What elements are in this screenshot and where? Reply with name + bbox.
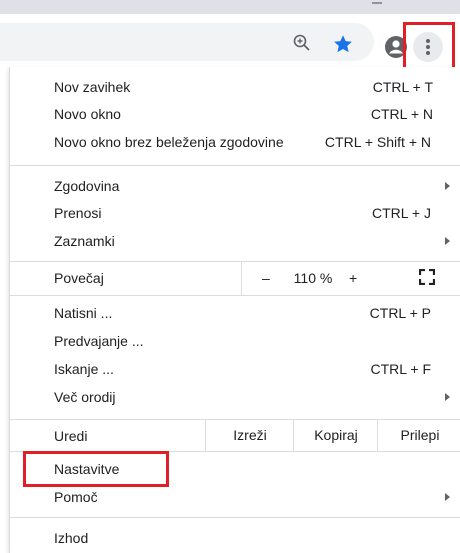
menu-item-print[interactable]: Natisni ... CTRL + P xyxy=(10,300,460,326)
window-titlebar xyxy=(0,0,460,14)
menu-item-cast[interactable]: Predvajanje ... xyxy=(10,328,460,354)
menu-item-new-tab[interactable]: Nov zavihek CTRL + T xyxy=(10,74,460,100)
exit-label: Izhod xyxy=(54,530,89,546)
zoom-in-button[interactable]: + xyxy=(349,265,357,291)
find-label: Iskanje ... xyxy=(54,361,114,377)
downloads-shortcut: CTRL + J xyxy=(372,205,431,221)
menu-item-help[interactable]: Pomoč xyxy=(10,484,460,510)
menu-item-more-tools[interactable]: Več orodij xyxy=(10,384,460,410)
menu-item-new-window[interactable]: Novo okno CTRL + N xyxy=(10,101,460,127)
menu-item-exit[interactable]: Izhod xyxy=(10,525,460,551)
zoom-label: Povečaj xyxy=(54,270,104,286)
paste-button[interactable]: Prilepi xyxy=(377,419,460,451)
submenu-arrow-icon xyxy=(445,393,450,401)
menu-divider xyxy=(10,517,460,518)
browser-toolbar xyxy=(0,14,460,70)
zoom-level: 110 % xyxy=(293,270,333,286)
more-tools-label: Več orodij xyxy=(54,389,116,405)
submenu-arrow-icon xyxy=(445,493,450,501)
zoom-in-icon[interactable] xyxy=(292,33,312,53)
cut-button[interactable]: Izreži xyxy=(205,419,294,451)
downloads-label: Prenosi xyxy=(54,205,102,221)
print-shortcut: CTRL + P xyxy=(369,305,431,321)
new-window-label: Novo okno xyxy=(54,106,121,122)
new-tab-label: Nov zavihek xyxy=(54,79,131,95)
menu-edit-row: Uredi Izreži Kopiraj Prilepi xyxy=(10,419,460,451)
copy-button[interactable]: Kopiraj xyxy=(293,419,378,451)
submenu-arrow-icon xyxy=(445,182,450,190)
menu-divider xyxy=(10,165,460,166)
edit-label: Uredi xyxy=(54,428,88,444)
fullscreen-icon[interactable] xyxy=(419,269,435,285)
settings-highlight xyxy=(23,451,169,487)
menu-divider xyxy=(10,295,460,296)
incognito-label: Novo okno brez beleženja zgodovine xyxy=(54,134,284,150)
address-bar[interactable] xyxy=(0,23,374,61)
zoom-out-button[interactable]: – xyxy=(262,265,270,291)
help-label: Pomoč xyxy=(54,489,98,505)
menu-item-history[interactable]: Zgodovina xyxy=(10,173,460,199)
incognito-shortcut: CTRL + Shift + N xyxy=(324,134,431,150)
bookmarks-label: Zaznamki xyxy=(54,233,115,249)
menu-item-bookmarks[interactable]: Zaznamki xyxy=(10,228,460,254)
menu-zoom-row: Povečaj – 110 % + xyxy=(10,261,460,295)
find-shortcut: CTRL + F xyxy=(370,361,431,377)
new-window-shortcut: CTRL + N xyxy=(370,106,433,122)
history-label: Zgodovina xyxy=(54,178,120,194)
submenu-arrow-icon xyxy=(445,237,450,245)
menu-button-highlight xyxy=(403,22,455,70)
menu-item-find[interactable]: Iskanje ... CTRL + F xyxy=(10,356,460,382)
menu-item-incognito[interactable]: Novo okno brez beleženja zgodovine CTRL … xyxy=(10,129,460,155)
star-icon[interactable] xyxy=(332,33,354,55)
print-label: Natisni ... xyxy=(54,305,113,321)
menu-item-downloads[interactable]: Prenosi CTRL + J xyxy=(10,200,460,226)
cast-label: Predvajanje ... xyxy=(54,333,144,349)
minimize-icon[interactable] xyxy=(372,2,382,4)
zoom-controls: – 110 % + xyxy=(241,261,460,295)
new-tab-shortcut: CTRL + T xyxy=(372,79,433,95)
